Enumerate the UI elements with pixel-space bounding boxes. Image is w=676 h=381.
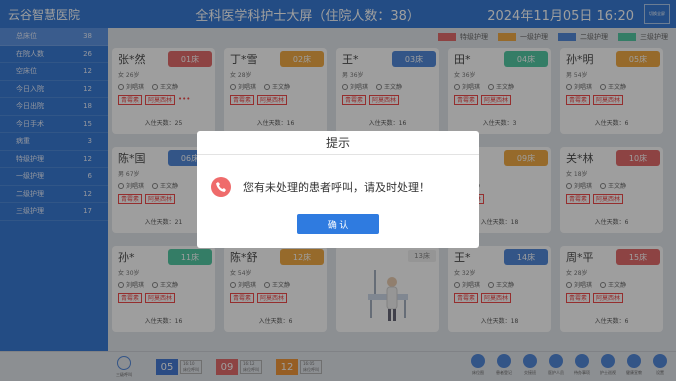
confirm-button[interactable]: 确 认 — [297, 214, 379, 234]
alert-dialog: 提示 您有未处理的患者呼叫，请及时处理！ 确 认 — [197, 131, 479, 248]
nurse-station-screen: 云谷智慧医院 全科医学科护士大屏（住院人数：38） 2024年11月05日 16… — [0, 0, 676, 381]
dialog-message: 您有未处理的患者呼叫，请及时处理！ — [243, 181, 430, 194]
dialog-title: 提示 — [197, 131, 479, 155]
dialog-body: 您有未处理的患者呼叫，请及时处理！ — [211, 177, 430, 197]
phone-alert-icon — [211, 177, 231, 197]
